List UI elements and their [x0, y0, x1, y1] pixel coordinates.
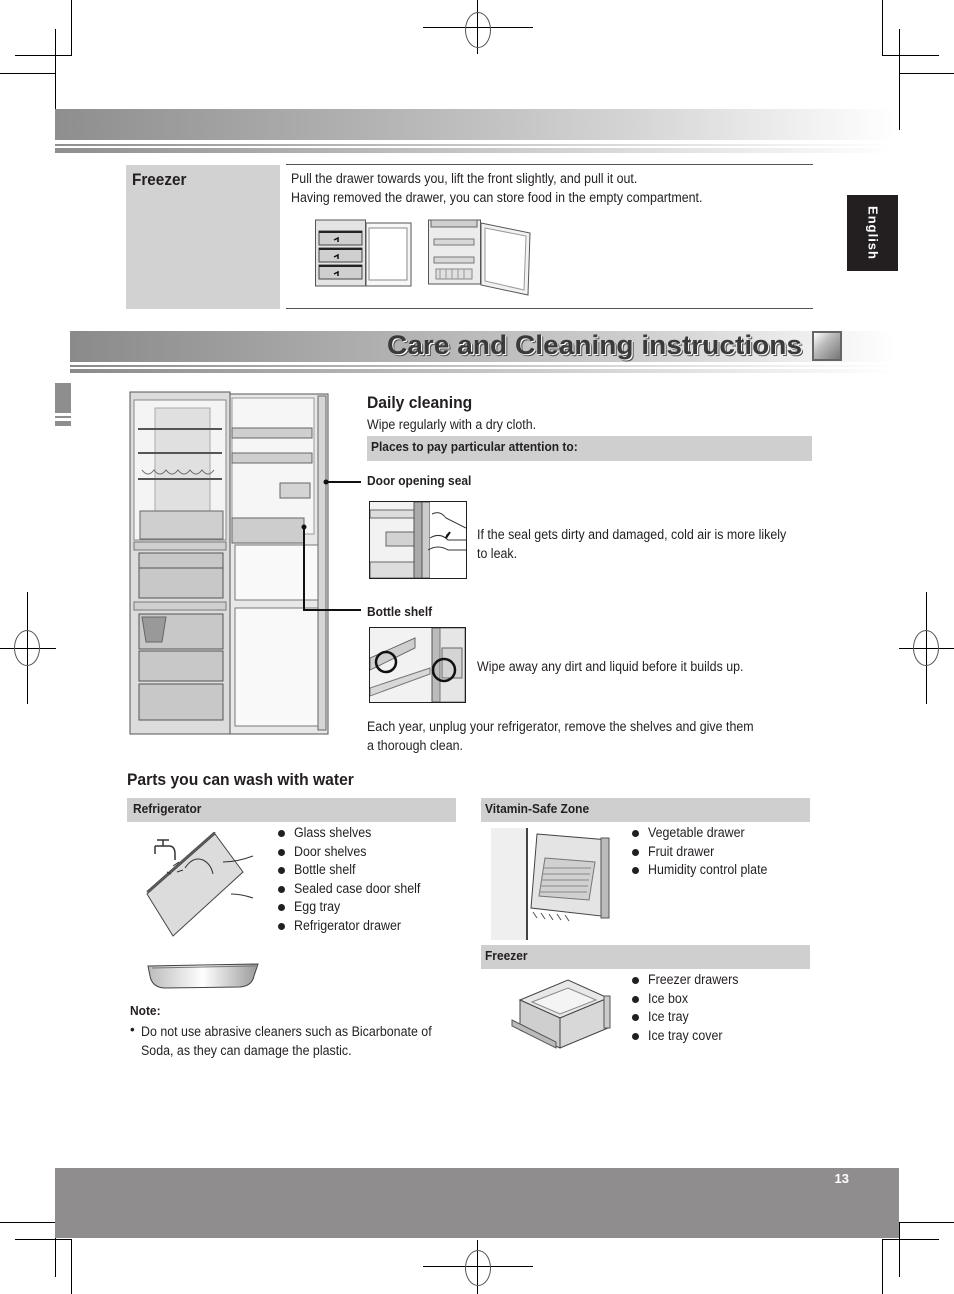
section-rule [70, 365, 895, 367]
list-item: Glass shelves [278, 824, 431, 843]
door-seal-text: If the seal gets dirty and damaged, cold… [477, 527, 787, 561]
header-band [55, 109, 895, 140]
header-rule [55, 148, 895, 153]
list-item: Vegetable drawer [632, 824, 778, 843]
attention-bar: Places to pay particular attention to: [367, 436, 812, 461]
freezer-drawer-illustration [510, 976, 612, 1056]
refrigerator-parts-bar: Refrigerator [127, 798, 456, 822]
table-rule [286, 308, 813, 309]
freezer-instructions: Pull the drawer towards you, lift the fr… [291, 169, 702, 207]
freezer-instruction-line: Having removed the drawer, you can store… [291, 190, 703, 205]
section-marker-icon [812, 331, 842, 361]
language-tab[interactable]: English [847, 195, 898, 271]
freezer-instruction-line: Pull the drawer towards you, lift the fr… [291, 171, 638, 186]
bottle-shelf-text: Wipe away any dirt and liquid before it … [477, 659, 744, 674]
table-rule [286, 164, 813, 165]
list-item: Ice tray [632, 1008, 746, 1027]
washable-parts-heading: Parts you can wash with water [127, 770, 354, 789]
list-item: Sealed case door shelf [278, 880, 431, 899]
yearly-cleaning-note: Each year, unplug your refrigerator, rem… [367, 719, 754, 753]
list-item: Ice box [632, 990, 746, 1009]
freezer-parts-list: Freezer drawers Ice box Ice tray Ice tra… [632, 971, 746, 1045]
freezer-with-drawers-illustration [315, 219, 413, 287]
section-title: Care and Cleaning instructions [386, 330, 802, 360]
language-tab-label: English [865, 206, 880, 260]
list-item: Refrigerator drawer [278, 917, 431, 936]
note-bullet: • [130, 1022, 135, 1037]
attention-bar-label: Places to pay particular attention to: [371, 439, 578, 454]
list-item: Bottle shelf [278, 861, 431, 880]
side-decoration [55, 421, 71, 426]
list-item: Freezer drawers [632, 971, 746, 990]
refrigerator-open-illustration [128, 390, 373, 740]
refrigerator-parts-label: Refrigerator [133, 801, 202, 816]
note-text: Do not use abrasive cleaners such as Bic… [141, 1024, 432, 1058]
page-number: 13 [834, 1171, 849, 1186]
vitamin-zone-parts-list: Vegetable drawer Fruit drawer Humidity c… [632, 824, 778, 880]
side-decoration [55, 383, 71, 413]
header-rule [55, 144, 895, 146]
door-shelf-illustration [144, 960, 262, 990]
list-item: Ice tray cover [632, 1027, 746, 1046]
freezer-parts-bar: Freezer [481, 945, 810, 969]
daily-cleaning-heading: Daily cleaning [367, 393, 473, 412]
freezer-without-drawers-illustration [428, 219, 532, 297]
list-item: Fruit drawer [632, 843, 778, 862]
vitamin-zone-parts-label: Vitamin-Safe Zone [485, 801, 590, 816]
list-item: Egg tray [278, 898, 431, 917]
side-decoration [55, 416, 71, 418]
freezer-label: Freezer [132, 170, 187, 189]
door-seal-title: Door opening seal [367, 473, 472, 488]
vitamin-zone-parts-bar: Vitamin-Safe Zone [481, 798, 810, 822]
freezer-parts-label: Freezer [485, 948, 528, 963]
section-rule [70, 369, 895, 373]
note-label: Note: [130, 1003, 161, 1018]
list-item: Humidity control plate [632, 861, 778, 880]
page-footer: 13 [55, 1168, 899, 1238]
vegetable-drawer-illustration [491, 828, 611, 940]
list-item: Door shelves [278, 843, 431, 862]
door-seal-illustration [369, 501, 467, 579]
bottle-shelf-illustration [369, 627, 466, 703]
refrigerator-parts-list: Glass shelves Door shelves Bottle shelf … [278, 824, 431, 936]
daily-cleaning-intro: Wipe regularly with a dry cloth. [367, 417, 537, 432]
bottle-shelf-title: Bottle shelf [367, 604, 433, 619]
washing-glass-shelf-illustration [143, 832, 258, 940]
